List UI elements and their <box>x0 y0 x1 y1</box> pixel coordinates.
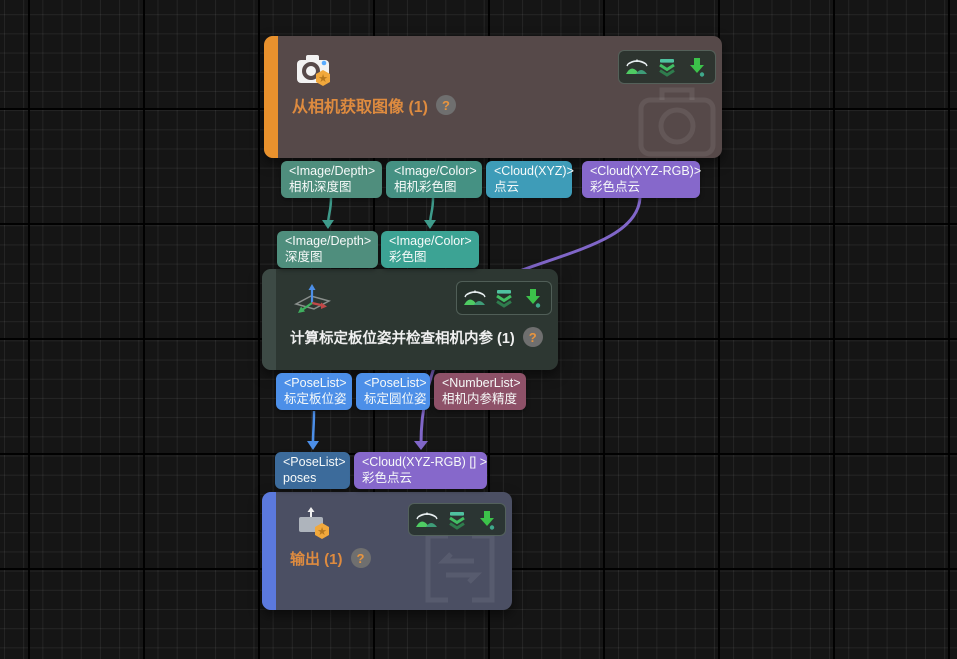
node-title: 输出 (1) <box>290 548 343 569</box>
preview-image-icon[interactable] <box>463 286 487 310</box>
port-camera-depth-output[interactable]: <Image/Depth> 相机深度图 <box>281 161 382 198</box>
port-type: <Cloud(XYZ-RGB)> <box>590 163 696 179</box>
port-point-cloud-output[interactable]: <Cloud(XYZ)> 点云 <box>486 161 572 198</box>
wire-board-pose[interactable] <box>313 411 314 444</box>
port-label: 点云 <box>494 179 568 195</box>
node-calc-calibration-pose[interactable]: 计算标定板位姿并检查相机内参 (1) ? <box>262 269 558 370</box>
port-label: 相机内参精度 <box>442 391 522 407</box>
node-toolbar[interactable] <box>618 50 716 84</box>
port-camera-color-output[interactable]: <Image/Color> 相机彩色图 <box>386 161 482 198</box>
node-toolbar[interactable] <box>408 503 506 536</box>
port-type: <Image/Color> <box>394 163 478 179</box>
camera-watermark-icon <box>634 78 720 158</box>
svg-text:★: ★ <box>317 526 327 538</box>
node-graph-canvas[interactable]: ★ 从相机获取图像 (1) ? <Image/Dep <box>0 0 957 659</box>
wire-arrowhead <box>322 220 334 229</box>
port-type: <Cloud(XYZ)> <box>494 163 568 179</box>
port-label: 彩色图 <box>389 249 475 265</box>
node-accent-strip <box>264 36 278 158</box>
download-result-icon[interactable] <box>685 55 709 79</box>
port-type: <NumberList> <box>442 375 522 391</box>
port-label: 标定板位姿 <box>284 391 348 407</box>
collapse-expand-icon[interactable] <box>445 508 469 532</box>
port-label: 深度图 <box>285 249 374 265</box>
port-board-pose-output[interactable]: <PoseList> 标定板位姿 <box>276 373 352 410</box>
help-badge[interactable]: ? <box>351 548 371 568</box>
node-toolbar[interactable] <box>456 281 552 315</box>
port-color-cloud-output[interactable]: <Cloud(XYZ-RGB)> 彩色点云 <box>582 161 700 198</box>
port-label: poses <box>283 470 346 486</box>
help-badge[interactable]: ? <box>523 327 543 347</box>
node-accent-strip <box>262 269 276 370</box>
port-type: <PoseList> <box>284 375 348 391</box>
node-capture-images-from-camera[interactable]: ★ 从相机获取图像 (1) ? <box>264 36 722 158</box>
port-type: <Image/Depth> <box>285 233 374 249</box>
download-result-icon[interactable] <box>475 508 499 532</box>
port-label: 彩色点云 <box>590 179 696 195</box>
port-color-cloud-input[interactable]: <Cloud(XYZ-RGB) [] > 彩色点云 <box>354 452 487 489</box>
port-circle-pose-output[interactable]: <PoseList> 标定圆位姿 <box>356 373 430 410</box>
wire-camera-depth[interactable] <box>328 198 331 226</box>
port-type: <PoseList> <box>364 375 426 391</box>
port-intrinsic-accuracy-output[interactable]: <NumberList> 相机内参精度 <box>434 373 526 410</box>
port-label: 标定圆位姿 <box>364 391 426 407</box>
download-result-icon[interactable] <box>521 286 545 310</box>
wire-arrowhead <box>424 220 436 229</box>
wire-camera-color[interactable] <box>430 198 433 226</box>
port-type: <Image/Depth> <box>289 163 378 179</box>
svg-text:★: ★ <box>318 73 328 85</box>
wire-arrowhead <box>414 441 428 450</box>
port-color-input[interactable]: <Image/Color> 彩色图 <box>381 231 479 268</box>
output-watermark-icon <box>418 528 502 608</box>
coordinate-axes-icon <box>292 282 334 318</box>
node-accent-strip <box>262 492 276 610</box>
port-type: <Cloud(XYZ-RGB) [] > <box>362 454 483 470</box>
port-label: 相机深度图 <box>289 179 378 195</box>
port-depth-input[interactable]: <Image/Depth> 深度图 <box>277 231 378 268</box>
preview-image-icon[interactable] <box>625 55 649 79</box>
port-type: <PoseList> <box>283 454 346 470</box>
camera-with-star-icon: ★ <box>294 50 336 90</box>
help-badge[interactable]: ? <box>436 95 456 115</box>
node-title: 从相机获取图像 (1) <box>292 93 428 117</box>
output-with-star-icon: ★ <box>295 505 335 543</box>
node-output[interactable]: ★ 输出 (1) ? <box>262 492 512 610</box>
port-label: 彩色点云 <box>362 470 483 486</box>
collapse-expand-icon[interactable] <box>655 55 679 79</box>
port-label: 相机彩色图 <box>394 179 478 195</box>
port-poses-input[interactable]: <PoseList> poses <box>275 452 350 489</box>
collapse-expand-icon[interactable] <box>492 286 516 310</box>
node-title: 计算标定板位姿并检查相机内参 (1) <box>290 327 515 348</box>
preview-image-icon[interactable] <box>415 508 439 532</box>
port-type: <Image/Color> <box>389 233 475 249</box>
wire-arrowhead <box>307 441 319 450</box>
